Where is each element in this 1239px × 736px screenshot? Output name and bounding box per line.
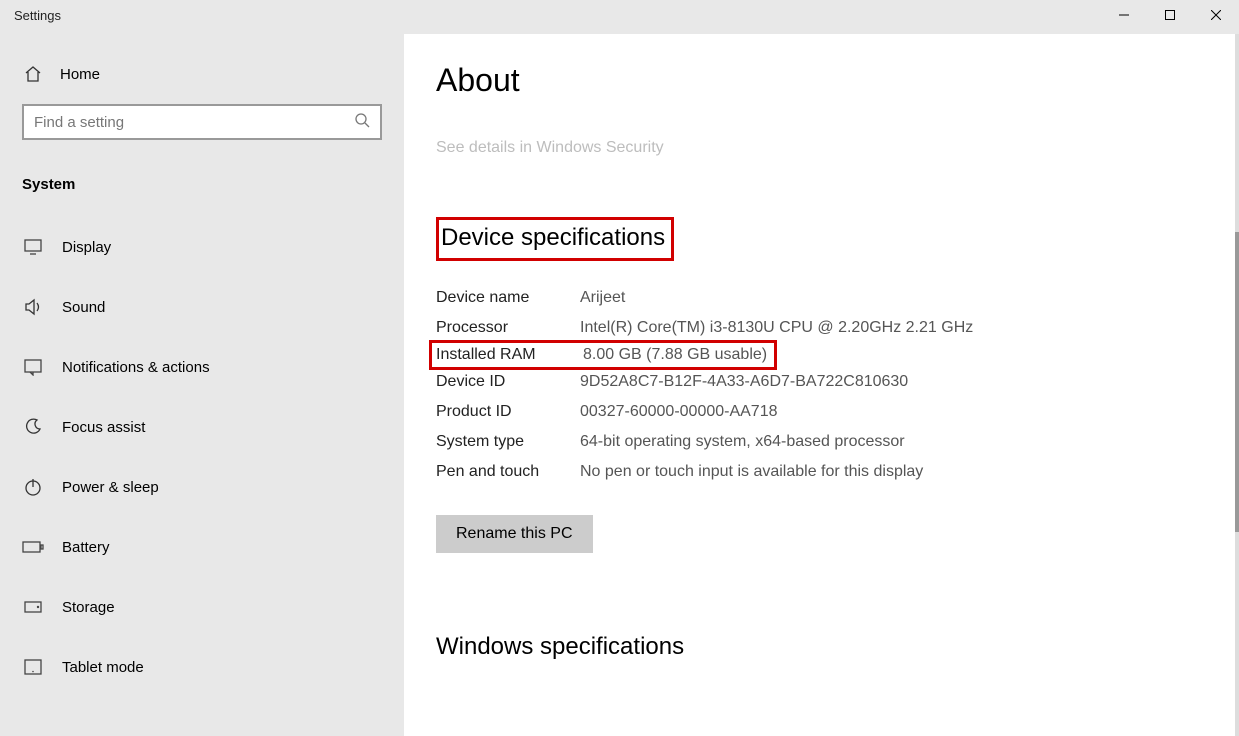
spec-key: Device ID (436, 373, 580, 391)
sidebar-item-label: Tablet mode (62, 659, 144, 676)
search-box[interactable] (22, 104, 382, 140)
sidebar-item-label: Sound (62, 299, 105, 316)
power-icon (22, 477, 44, 497)
display-icon (22, 238, 44, 256)
spec-value: 00327-60000-00000-AA718 (580, 403, 778, 421)
spec-key: Processor (436, 319, 580, 337)
spec-processor: Processor Intel(R) Core(TM) i3-8130U CPU… (436, 313, 1239, 343)
maximize-button[interactable] (1147, 0, 1193, 30)
notifications-icon (22, 358, 44, 376)
sidebar-item-focus-assist[interactable]: Focus assist (0, 397, 404, 457)
rename-pc-button[interactable]: Rename this PC (436, 515, 593, 553)
spec-key: System type (436, 433, 580, 451)
spec-key: Device name (436, 289, 580, 307)
sidebar-item-label: Display (62, 239, 111, 256)
window-controls (1101, 0, 1239, 30)
windows-specifications-heading: Windows specifications (436, 633, 1239, 661)
home-label: Home (60, 66, 100, 83)
home-link[interactable]: Home (0, 44, 404, 104)
spec-value: Intel(R) Core(TM) i3-8130U CPU @ 2.20GHz… (580, 319, 973, 337)
sidebar-item-battery[interactable]: Battery (0, 517, 404, 577)
tablet-icon (22, 659, 44, 675)
sidebar-item-tablet-mode[interactable]: Tablet mode (0, 637, 404, 697)
battery-icon (22, 540, 44, 554)
spec-system-type: System type 64-bit operating system, x64… (436, 427, 1239, 457)
spec-key: Pen and touch (436, 463, 580, 481)
spec-value: No pen or touch input is available for t… (580, 463, 923, 481)
sidebar-item-label: Power & sleep (62, 479, 159, 496)
scrollbar-thumb[interactable] (1235, 232, 1239, 532)
spec-value: 8.00 GB (7.88 GB usable) (583, 346, 767, 364)
sidebar-item-storage[interactable]: Storage (0, 577, 404, 637)
sidebar-item-label: Battery (62, 539, 110, 556)
close-button[interactable] (1193, 0, 1239, 30)
sidebar-item-power-sleep[interactable]: Power & sleep (0, 457, 404, 517)
spec-value: 64-bit operating system, x64-based proce… (580, 433, 905, 451)
storage-icon (22, 600, 44, 614)
search-icon (354, 112, 370, 133)
spec-installed-ram: Installed RAM 8.00 GB (7.88 GB usable) (429, 340, 777, 370)
spec-value: Arijeet (580, 289, 625, 307)
minimize-button[interactable] (1101, 0, 1147, 30)
sidebar-category: System (0, 158, 404, 217)
sidebar-item-label: Focus assist (62, 419, 145, 436)
sidebar-item-label: Storage (62, 599, 115, 616)
settings-content: About See details in Windows Security De… (404, 34, 1239, 736)
window-title: Settings (0, 0, 75, 31)
spec-pen-touch: Pen and touch No pen or touch input is a… (436, 457, 1239, 487)
titlebar: Settings (0, 0, 1239, 34)
spec-key: Installed RAM (436, 346, 583, 364)
sound-icon (22, 298, 44, 316)
sidebar-item-sound[interactable]: Sound (0, 277, 404, 337)
sidebar-item-notifications[interactable]: Notifications & actions (0, 337, 404, 397)
search-input[interactable] (34, 114, 354, 131)
spec-product-id: Product ID 00327-60000-00000-AA718 (436, 397, 1239, 427)
settings-sidebar: Home System Display Sound Notificat (0, 34, 404, 736)
sidebar-item-label: Notifications & actions (62, 359, 210, 376)
spec-device-id: Device ID 9D52A8C7-B12F-4A33-A6D7-BA722C… (436, 367, 1239, 397)
spec-value: 9D52A8C7-B12F-4A33-A6D7-BA722C810630 (580, 373, 908, 391)
device-specifications-heading: Device specifications (436, 217, 674, 261)
spec-device-name: Device name Arijeet (436, 283, 1239, 313)
spec-key: Product ID (436, 403, 580, 421)
device-specifications: Device name Arijeet Processor Intel(R) C… (436, 283, 1239, 487)
windows-security-link[interactable]: See details in Windows Security (436, 139, 664, 157)
sidebar-nav: Display Sound Notifications & actions Fo… (0, 217, 404, 697)
home-icon (22, 64, 44, 84)
focus-assist-icon (22, 417, 44, 437)
sidebar-item-display[interactable]: Display (0, 217, 404, 277)
page-title: About (436, 62, 1239, 99)
